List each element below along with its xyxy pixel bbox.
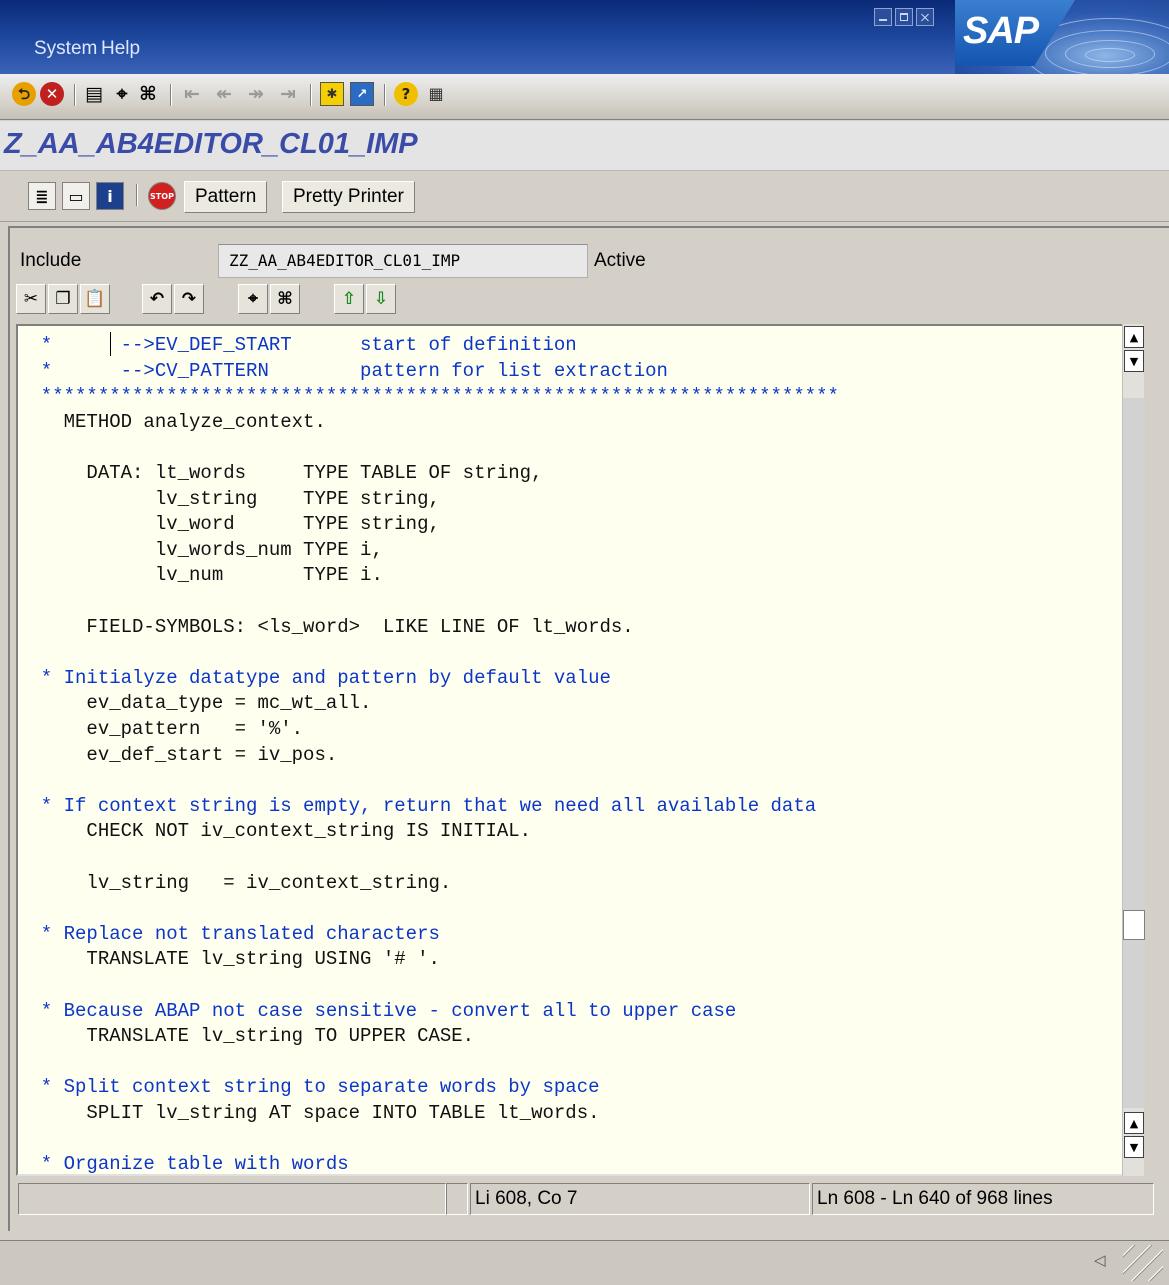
vertical-scrollbar[interactable]: ▲ ▼ ▲ ▼ <box>1122 324 1145 1176</box>
stop-icon[interactable]: STOP <box>148 182 176 210</box>
toolbar-separator <box>384 84 386 106</box>
cancel-icon[interactable]: ✕ <box>40 82 64 106</box>
code-line[interactable]: METHOD analyze_context. <box>18 409 326 435</box>
next-page-icon[interactable]: ↠ <box>244 82 268 106</box>
info-icon[interactable]: i <box>96 182 124 210</box>
where-used-icon[interactable]: ≣ <box>28 182 56 210</box>
cut-icon[interactable]: ✂ <box>16 284 46 314</box>
resize-grip-icon[interactable] <box>1123 1245 1163 1281</box>
code-line[interactable]: TRANSLATE lv_string USING '# '. <box>18 946 439 972</box>
pretty-printer-button[interactable]: Pretty Printer <box>282 181 415 213</box>
line-range: Ln 608 - Ln 640 of 968 lines <box>812 1183 1154 1215</box>
standard-toolbar: ⮌ ✕ ▤ ⌖ ⌘ ⇤ ↞ ↠ ⇥ ✱ ↗ ? ▦ <box>0 74 1169 120</box>
code-comment-line[interactable]: ****************************************… <box>18 383 839 409</box>
scroll-page-down-icon[interactable]: ▼ <box>1124 1136 1144 1158</box>
include-name-field: ZZ_AA_AB4EDITOR_CL01_IMP <box>218 244 588 278</box>
toolbar-separator <box>74 84 76 106</box>
scroll-page-up-icon[interactable]: ▲ <box>1124 1112 1144 1134</box>
code-comment-line[interactable]: * -->EV_DEF_START start of definition <box>18 332 577 358</box>
code-line[interactable]: SPLIT lv_string AT space INTO TABLE lt_w… <box>18 1100 599 1126</box>
upload-icon[interactable]: ⇧ <box>334 284 364 314</box>
code-comment-line[interactable]: * If context string is empty, return tha… <box>18 793 816 819</box>
code-line[interactable]: lv_num TYPE i. <box>18 562 383 588</box>
toolbar-separator <box>136 184 138 206</box>
code-comment-line[interactable]: * Organize table with words <box>18 1151 349 1174</box>
code-line[interactable]: FIELD-SYMBOLS: <ls_word> LIKE LINE OF lt… <box>18 614 633 640</box>
paste-icon[interactable]: 📋 <box>80 284 110 314</box>
code-comment-line[interactable]: * Initialyze datatype and pattern by def… <box>18 665 611 691</box>
scroll-track[interactable] <box>1123 398 1145 1108</box>
include-row: Include ZZ_AA_AB4EDITOR_CL01_IMP Active <box>10 228 1169 280</box>
code-comment-line[interactable]: * -->CV_PATTERN pattern for list extract… <box>18 358 668 384</box>
code-line[interactable]: TRANSLATE lv_string TO UPPER CASE. <box>18 1023 474 1049</box>
toolbar-separator <box>170 84 172 106</box>
minimize-icon[interactable] <box>874 8 892 26</box>
layout-menu-icon[interactable]: ▦ <box>424 82 448 106</box>
redo-icon[interactable]: ↷ <box>174 284 204 314</box>
menu-bar: System Help SAP <box>0 0 1169 74</box>
code-comment-line[interactable]: * Split context string to separate words… <box>18 1074 600 1100</box>
sap-brand-area: SAP <box>955 0 1169 74</box>
include-label: Include <box>20 250 82 271</box>
back-icon[interactable]: ⮌ <box>12 82 36 106</box>
scroll-thumb[interactable] <box>1123 910 1145 940</box>
print-icon[interactable]: ▤ <box>82 82 106 106</box>
maximize-icon[interactable] <box>895 8 913 26</box>
code-line[interactable]: CHECK NOT iv_context_string IS INITIAL. <box>18 818 531 844</box>
status-collapse-icon[interactable]: ◁ <box>1094 1251 1106 1269</box>
find-icon[interactable]: ⌖ <box>238 284 268 314</box>
undo-icon[interactable]: ↶ <box>142 284 172 314</box>
code-comment-line[interactable]: * Because ABAP not case sensitive - conv… <box>18 998 737 1024</box>
code-comment-line[interactable]: * Replace not translated characters <box>18 921 440 947</box>
scroll-down-icon[interactable]: ▼ <box>1124 350 1144 372</box>
code-line[interactable]: lv_string TYPE string, <box>18 486 440 512</box>
code-line[interactable]: ev_def_start = iv_pos. <box>18 742 337 768</box>
code-line[interactable]: ev_pattern = '%'. <box>18 716 303 742</box>
editor-toolbar: ✂ ❐ 📋 ↶ ↷ ⌖ ⌘ ⇧ ⇩ <box>16 284 1156 318</box>
shortcut-icon[interactable]: ↗ <box>350 82 374 106</box>
window-controls <box>874 8 934 26</box>
menu-help[interactable]: Help <box>101 38 140 60</box>
code-line[interactable]: ev_data_type = mc_wt_all. <box>18 690 371 716</box>
find-next-icon[interactable]: ⌘ <box>136 82 160 106</box>
title-bar: Z_AA_AB4EDITOR_CL01_IMP <box>0 121 1169 171</box>
display-object-list-icon[interactable]: ▭ <box>62 182 90 210</box>
code-editor[interactable]: * -->EV_DEF_START start of definition * … <box>16 324 1142 1176</box>
create-session-icon[interactable]: ✱ <box>320 82 344 106</box>
download-icon[interactable]: ⇩ <box>366 284 396 314</box>
find-icon[interactable]: ⌖ <box>110 82 134 106</box>
status-badge: Active <box>594 250 646 271</box>
code-line[interactable]: lv_words_num TYPE i, <box>18 537 383 563</box>
previous-page-icon[interactable]: ↞ <box>212 82 236 106</box>
status-bar: ◁ <box>0 1240 1169 1285</box>
status-cell-empty <box>446 1183 468 1215</box>
sap-logo-text: SAP <box>963 10 1039 52</box>
code-line[interactable]: DATA: lt_words TYPE TABLE OF string, <box>18 460 542 486</box>
toolbar-separator <box>310 84 312 106</box>
editor-frame: Include ZZ_AA_AB4EDITOR_CL01_IMP Active … <box>8 226 1169 1231</box>
code-line[interactable]: lv_string = iv_context_string. <box>18 870 451 896</box>
scroll-up-icon[interactable]: ▲ <box>1124 326 1144 348</box>
code-line[interactable]: lv_word TYPE string, <box>18 511 440 537</box>
menu-system[interactable]: System <box>34 38 97 60</box>
close-icon[interactable] <box>916 8 934 26</box>
help-icon[interactable]: ? <box>394 82 418 106</box>
editor-status-bar: Li 608, Co 7 Ln 608 - Ln 640 of 968 line… <box>18 1183 1154 1215</box>
page-title: Z_AA_AB4EDITOR_CL01_IMP <box>4 128 418 160</box>
first-page-icon[interactable]: ⇤ <box>180 82 204 106</box>
application-toolbar: ≣ ▭ i STOP Pattern Pretty Printer <box>0 172 1169 222</box>
copy-icon[interactable]: ❐ <box>48 284 78 314</box>
last-page-icon[interactable]: ⇥ <box>276 82 300 106</box>
status-cell-empty <box>18 1183 446 1215</box>
cursor-position: Li 608, Co 7 <box>470 1183 810 1215</box>
find-next-icon[interactable]: ⌘ <box>270 284 300 314</box>
pattern-button[interactable]: Pattern <box>184 181 268 213</box>
